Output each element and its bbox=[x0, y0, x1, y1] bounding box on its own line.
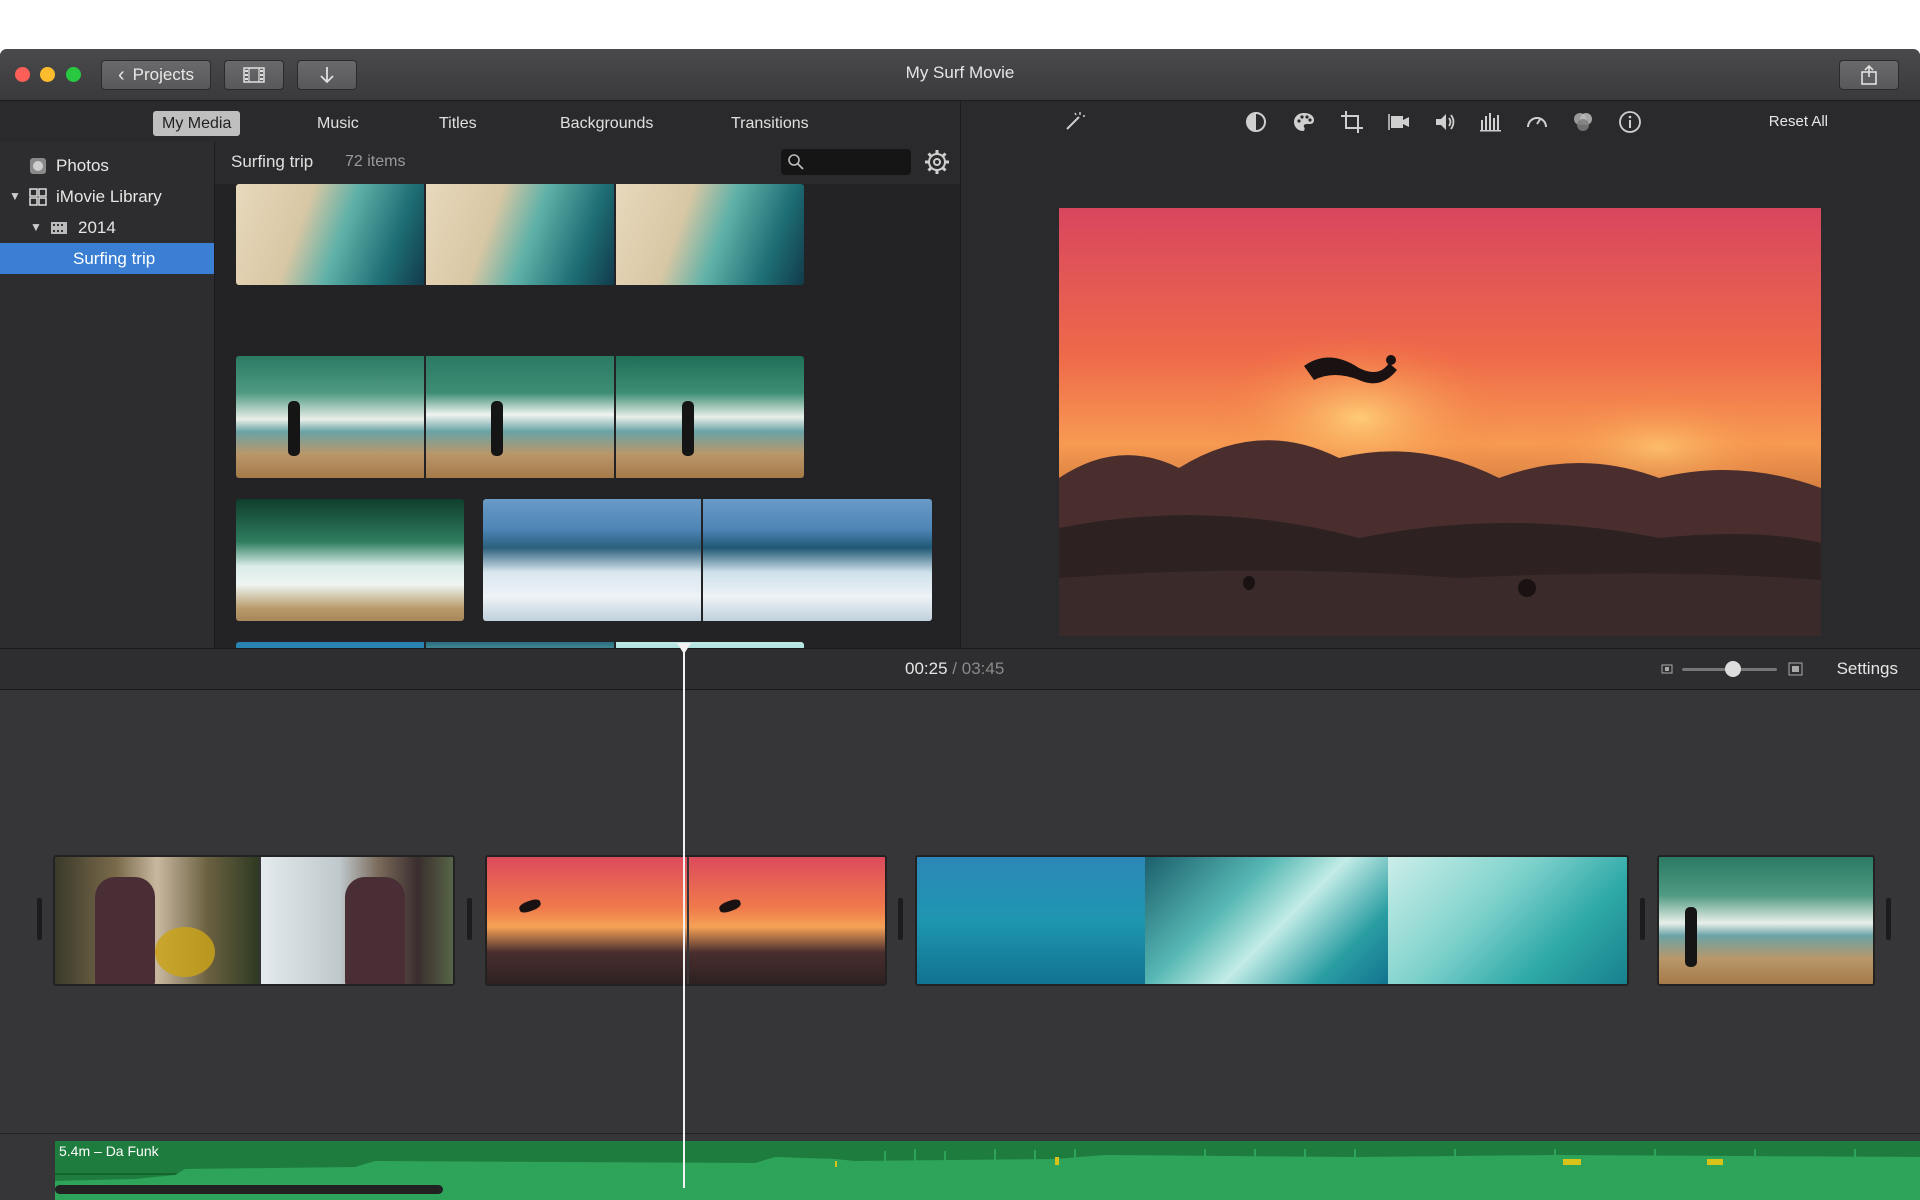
audio-separator bbox=[0, 1133, 1920, 1134]
timeline-clip-beach-walk[interactable] bbox=[1657, 855, 1875, 986]
tab-backgrounds[interactable]: Backgrounds bbox=[551, 111, 662, 136]
media-clip-aerial-beach[interactable] bbox=[236, 184, 804, 285]
sidebar-item-label: iMovie Library bbox=[56, 187, 162, 206]
clip-handle[interactable] bbox=[898, 898, 903, 940]
time-separator: / bbox=[952, 659, 958, 678]
tab-music[interactable]: Music bbox=[308, 111, 368, 136]
media-clip-blue-wave[interactable] bbox=[483, 499, 932, 621]
disclosure-triangle-icon: ▼ bbox=[9, 189, 21, 203]
media-tab-bar: My Media Music Titles Backgrounds Transi… bbox=[0, 101, 960, 142]
library-icon bbox=[29, 188, 47, 206]
stabilization-icon[interactable] bbox=[1387, 110, 1411, 134]
timeline-clip-sunset-aerial[interactable] bbox=[485, 855, 887, 986]
timeline: 5.4m – Da Funk bbox=[0, 690, 1920, 1200]
photos-icon bbox=[30, 158, 46, 174]
zoom-window-button[interactable] bbox=[66, 67, 81, 82]
projects-button[interactable]: ‹ Projects bbox=[101, 60, 211, 90]
zoom-slider-knob[interactable] bbox=[1725, 661, 1741, 677]
zoom-in-icon[interactable] bbox=[1788, 662, 1803, 676]
search-icon bbox=[788, 154, 804, 170]
color-correction-icon[interactable] bbox=[1292, 110, 1316, 134]
close-window-button[interactable] bbox=[15, 67, 30, 82]
audio-track-label: 5.4m – Da Funk bbox=[59, 1143, 159, 1159]
playhead-handle[interactable] bbox=[677, 643, 691, 654]
timeline-header: 00:25 / 03:45 Settings bbox=[0, 648, 1920, 690]
timeline-scrollbar[interactable] bbox=[55, 1185, 443, 1194]
browser-header: Surfing trip 72 items bbox=[215, 142, 960, 184]
sidebar-item-label: 2014 bbox=[78, 218, 116, 237]
info-icon[interactable] bbox=[1618, 110, 1642, 134]
media-browser-button[interactable] bbox=[224, 60, 284, 90]
magic-wand-icon[interactable] bbox=[1062, 110, 1086, 134]
sidebar-item-label: Photos bbox=[56, 156, 109, 175]
clip-handle[interactable] bbox=[1886, 898, 1891, 940]
clip-handle[interactable] bbox=[467, 898, 472, 940]
preview-frame bbox=[1059, 333, 1821, 636]
film-icon bbox=[51, 222, 67, 234]
sidebar-item-label: Surfing trip bbox=[73, 249, 156, 268]
item-count: 72 items bbox=[345, 153, 406, 170]
media-browser: Surfing trip 72 items bbox=[215, 142, 960, 698]
speed-icon[interactable] bbox=[1525, 110, 1549, 134]
import-button[interactable] bbox=[297, 60, 357, 90]
video-preview bbox=[1059, 208, 1821, 636]
sidebar-item-surfing-trip[interactable]: Surfing trip bbox=[0, 243, 214, 274]
crop-icon[interactable] bbox=[1340, 110, 1364, 134]
sidebar-item-photos[interactable]: Photos bbox=[0, 150, 214, 181]
timeline-clip-surfer-portrait[interactable] bbox=[53, 855, 455, 986]
timeline-clip-teal-barrel[interactable] bbox=[915, 855, 1629, 986]
chevron-left-icon: ‹ bbox=[117, 63, 125, 86]
tab-my-media[interactable]: My Media bbox=[153, 111, 241, 136]
current-time: 00:25 bbox=[905, 659, 948, 678]
share-button[interactable] bbox=[1839, 60, 1899, 90]
tab-titles[interactable]: Titles bbox=[430, 111, 486, 136]
adjustments-toolbar: Reset All bbox=[961, 101, 1920, 142]
title-bar: ‹ Projects My Surf Movie bbox=[0, 49, 1920, 101]
share-icon bbox=[1861, 65, 1877, 85]
projects-button-label: Projects bbox=[132, 65, 195, 84]
timeline-settings-button[interactable]: Settings bbox=[1837, 659, 1898, 679]
filmstrip-icon bbox=[243, 67, 265, 83]
zoom-out-icon[interactable] bbox=[1661, 663, 1673, 675]
clip-filter-icon[interactable] bbox=[1571, 110, 1595, 134]
sidebar-item-2014[interactable]: ▼ 2014 bbox=[0, 212, 214, 243]
window-title: My Surf Movie bbox=[905, 63, 1015, 82]
clip-handle[interactable] bbox=[1640, 898, 1645, 940]
viewer-pane bbox=[961, 142, 1920, 679]
event-title: Surfing trip bbox=[231, 152, 314, 171]
media-clip-barrel-wave[interactable] bbox=[236, 499, 464, 621]
equalizer-icon[interactable] bbox=[1479, 110, 1503, 134]
color-balance-icon[interactable] bbox=[1244, 110, 1268, 134]
disclosure-triangle-icon: ▼ bbox=[30, 220, 42, 234]
arrow-down-icon bbox=[320, 67, 334, 84]
playhead[interactable] bbox=[683, 643, 685, 1188]
imovie-window: ‹ Projects My Surf Movie My Media Music … bbox=[0, 49, 1920, 1200]
total-time: 03:45 bbox=[961, 659, 1005, 678]
reset-all-button[interactable]: Reset All bbox=[1769, 113, 1828, 130]
media-clip-beach-walk[interactable] bbox=[236, 356, 804, 478]
search-field[interactable] bbox=[781, 149, 911, 175]
volume-icon[interactable] bbox=[1433, 110, 1457, 134]
tab-transitions[interactable]: Transitions bbox=[722, 111, 818, 136]
gear-icon[interactable] bbox=[923, 148, 951, 176]
minimize-window-button[interactable] bbox=[40, 67, 55, 82]
clip-handle[interactable] bbox=[37, 898, 42, 940]
sidebar-item-imovie-library[interactable]: ▼ iMovie Library bbox=[0, 181, 214, 212]
library-sidebar: Photos ▼ iMovie Library ▼ 2014 Surfing t… bbox=[0, 142, 215, 648]
timecode: 00:25 / 03:45 bbox=[905, 659, 1004, 679]
